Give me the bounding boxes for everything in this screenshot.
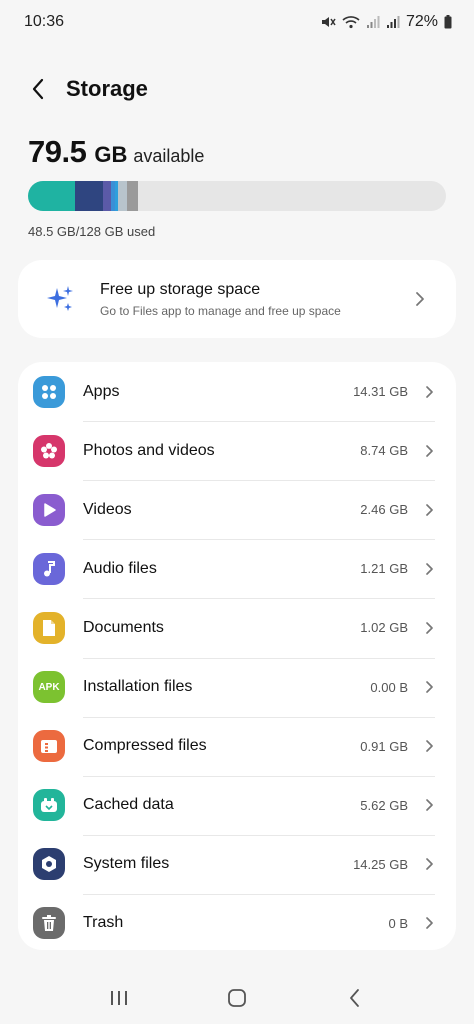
category-label: Audio files xyxy=(83,559,157,577)
recents-button[interactable] xyxy=(89,976,149,1020)
chevron-right-icon xyxy=(422,916,436,930)
category-size: 1.02 GB xyxy=(360,620,408,636)
category-size: 2.46 GB xyxy=(360,502,408,518)
chevron-right-icon xyxy=(422,444,436,458)
category-label: Compressed files xyxy=(83,737,207,755)
back-button[interactable] xyxy=(14,66,62,112)
home-button[interactable] xyxy=(207,976,267,1020)
category-size: 0.91 GB xyxy=(360,738,408,754)
home-icon xyxy=(228,989,246,1007)
category-label: Installation files xyxy=(83,678,193,695)
category-size: 1.21 GB xyxy=(360,561,408,577)
wifi-icon xyxy=(342,15,360,29)
available-storage: 79.5 GB available xyxy=(28,134,204,170)
free-up-title: Free up storage space xyxy=(100,280,261,298)
music-note-icon xyxy=(33,552,65,585)
usage-segment-photos xyxy=(74,181,104,211)
battery-icon xyxy=(444,15,452,29)
back-nav-icon xyxy=(350,989,359,1007)
category-label: Videos xyxy=(83,500,132,518)
flower-icon xyxy=(33,434,65,467)
chevron-right-icon xyxy=(422,503,436,517)
usage-segment-apps xyxy=(28,181,75,211)
back-nav-button[interactable] xyxy=(325,976,385,1020)
category-label: Trash xyxy=(83,914,124,932)
chevron-right-icon xyxy=(410,291,430,307)
chevron-right-icon xyxy=(422,385,436,399)
status-time: 10:36 xyxy=(24,13,65,30)
archive-icon xyxy=(33,730,65,763)
apps-icon xyxy=(33,375,65,408)
available-unit: GB xyxy=(94,142,128,167)
chevron-right-icon xyxy=(422,562,436,576)
app-header: Storage xyxy=(0,66,474,112)
signal-icon-2 xyxy=(386,15,400,29)
chevron-right-icon xyxy=(422,857,436,871)
navigation-bar xyxy=(0,972,474,1024)
available-value: 79.5 xyxy=(28,134,87,169)
usage-segment-cached xyxy=(118,181,128,211)
chevron-right-icon xyxy=(422,798,436,812)
category-row-videos[interactable]: Videos 2.46 GB xyxy=(18,480,456,539)
apk-icon-text: APK xyxy=(38,681,60,693)
battery-percent: 72% xyxy=(405,13,438,30)
category-size: 8.74 GB xyxy=(360,443,408,459)
category-size: 0 B xyxy=(388,915,408,931)
recents-icon xyxy=(111,991,127,1005)
free-up-subtitle: Go to Files app to manage and free up sp… xyxy=(100,303,341,318)
page-title: Storage xyxy=(66,76,148,101)
category-label: System files xyxy=(83,855,170,873)
trash-icon xyxy=(33,907,65,940)
document-icon xyxy=(33,611,65,644)
usage-segment-videos xyxy=(103,181,112,211)
usage-segment-system xyxy=(127,181,138,211)
category-row-trash[interactable]: Trash 0 B xyxy=(18,894,456,953)
available-label: available xyxy=(133,146,205,166)
chevron-right-icon xyxy=(422,739,436,753)
system-icon xyxy=(33,848,65,881)
category-row-cached-data[interactable]: Cached data 5.62 GB xyxy=(18,776,456,835)
used-storage-text: 48.5 GB/128 GB used xyxy=(28,224,156,239)
category-row-audio-files[interactable]: Audio files 1.21 GB xyxy=(18,539,456,598)
chevron-right-icon xyxy=(422,621,436,635)
signal-icon xyxy=(366,15,380,29)
storage-category-list: Apps 14.31 GB Photos and videos 8.74 GB Vide… xyxy=(18,362,456,950)
category-row-system-files[interactable]: System files 14.25 GB xyxy=(18,835,456,894)
category-row-photos-videos[interactable]: Photos and videos 8.74 GB xyxy=(18,421,456,480)
sparkle-icon xyxy=(40,279,80,319)
category-row-apps[interactable]: Apps 14.31 GB xyxy=(18,362,456,421)
cache-icon xyxy=(33,789,65,822)
status-icons: 72% xyxy=(320,13,452,31)
category-row-documents[interactable]: Documents 1.02 GB xyxy=(18,598,456,657)
category-label: Documents xyxy=(83,618,164,636)
chevron-right-icon xyxy=(422,680,436,694)
category-label: Cached data xyxy=(83,796,174,814)
category-size: 14.31 GB xyxy=(353,384,408,399)
category-label: Apps xyxy=(83,382,120,400)
category-row-installation-files[interactable]: APK Installation files 0.00 B xyxy=(18,658,456,717)
category-size: 0.00 B xyxy=(370,679,408,695)
apk-icon: APK xyxy=(33,671,65,703)
back-arrow-icon xyxy=(32,78,44,100)
category-size: 14.25 GB xyxy=(353,856,408,872)
category-label: Photos and videos xyxy=(83,441,215,459)
free-up-storage-card[interactable]: Free up storage space Go to Files app to… xyxy=(18,260,456,338)
category-size: 5.62 GB xyxy=(360,797,408,813)
status-bar: 10:36 72% xyxy=(0,0,474,44)
category-row-compressed-files[interactable]: Compressed files 0.91 GB xyxy=(18,717,456,776)
mute-icon xyxy=(320,14,336,30)
play-icon xyxy=(33,493,65,526)
storage-usage-bar xyxy=(28,181,446,211)
